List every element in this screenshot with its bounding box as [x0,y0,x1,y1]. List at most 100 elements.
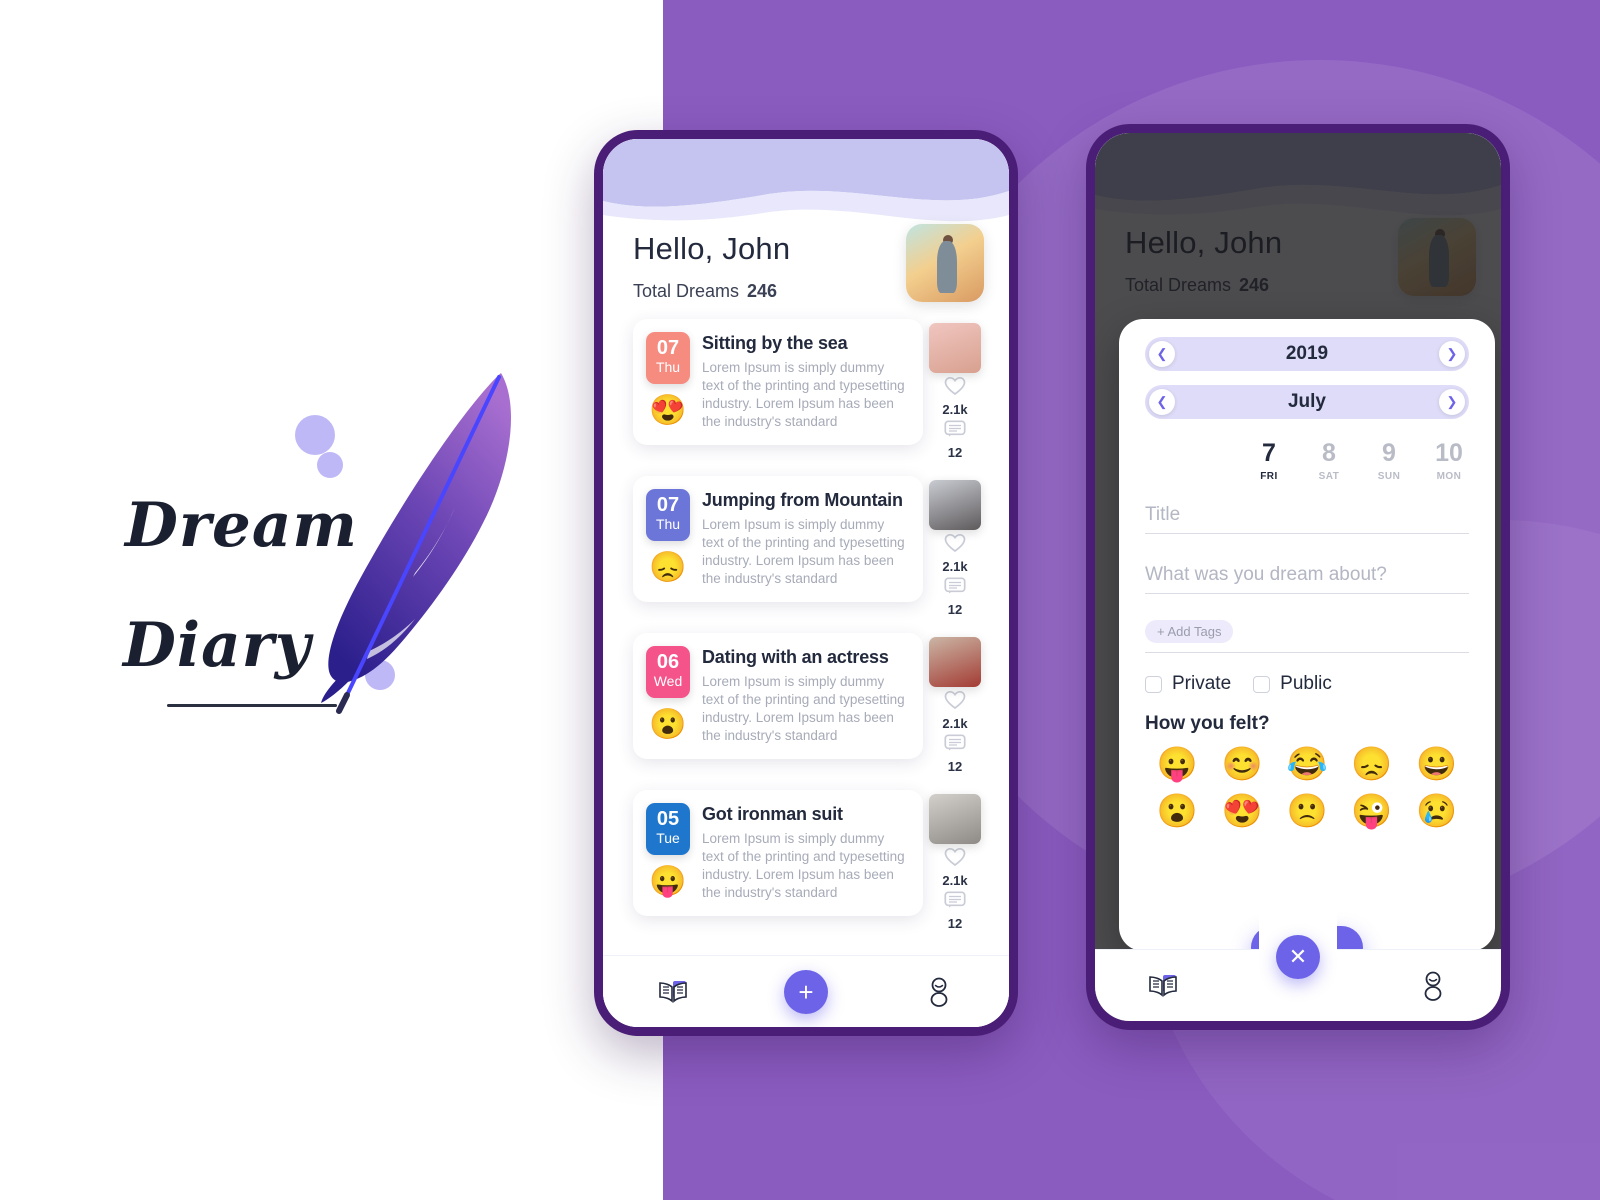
mood-emoji: 😍 [649,393,687,427]
dream-card-body: Dating with an actress Lorem Ipsum is sim… [702,646,909,745]
dream-card-left: 05 Tue 😛 [646,803,690,902]
open-book-icon [659,980,688,1003]
comment-icon[interactable] [944,420,966,439]
heart-icon[interactable] [944,847,966,867]
month-value: July [1287,391,1327,412]
dream-feed-list[interactable]: 07 Thu 😍 Sitting by the sea Lorem Ipsum is s… [603,319,1009,955]
date-weekday: Tue [656,830,680,846]
private-label: Private [1172,673,1232,694]
dream-card-row[interactable]: 07 Thu 😞 Jumping from Mountain Lorem Ipsum i… [633,476,987,617]
dream-card[interactable]: 07 Thu 😍 Sitting by the sea Lorem Ipsum is s… [633,319,923,445]
brand-line-1: Dream [125,490,358,561]
add-tags-button[interactable]: + Add Tags [1145,620,1234,643]
dream-thumbnail[interactable] [929,323,981,373]
day-selector[interactable]: 7 FRI 8 SAT 9 SUN 10 MON [1145,439,1465,483]
home-greeting-block: Hello, John Total Dreams 246 [633,231,790,302]
nav-add-button[interactable]: + [783,969,828,1014]
body-field[interactable]: What was you dream about? [1145,564,1469,594]
private-checkbox[interactable] [1145,675,1162,693]
chevron-right-icon: ❯ [1446,394,1458,409]
comment-count: 12 [947,602,963,617]
comment-icon[interactable] [944,734,966,753]
mood-emoji-option[interactable]: 😢 [1416,794,1457,827]
day-option[interactable]: 7 FRI [1253,441,1285,483]
public-label: Public [1280,673,1332,694]
day-name: FRI [1260,471,1278,482]
avatar-body [937,241,958,293]
mood-emoji-option[interactable]: 😮 [1157,794,1198,827]
header-wave [603,139,1009,235]
public-checkbox[interactable] [1253,675,1271,693]
dream-thumbnail[interactable] [929,480,981,530]
mood-emoji-option[interactable]: 😍 [1222,794,1263,827]
dream-card-body: Sitting by the sea Lorem Ipsum is simply … [702,332,909,431]
dream-excerpt: Lorem Ipsum is simply dummy text of the … [702,831,905,900]
chevron-left-icon: ❮ [1156,346,1168,361]
heart-icon[interactable] [944,690,966,710]
dream-thumbnail[interactable] [929,637,981,687]
day-option[interactable]: 9 SUN [1373,439,1405,483]
brand-underline [167,704,337,707]
day-number: 9 [1382,439,1396,467]
date-badge: 05 Tue [646,803,690,855]
day-option[interactable]: 8 SAT [1313,441,1345,483]
nav-diary-button[interactable] [643,970,703,1014]
brand-line-2: Diary [123,610,312,681]
dream-card-left: 07 Thu 😍 [646,332,690,431]
dream-card-side: 2.1k 12 [923,476,987,617]
month-next-button[interactable]: ❯ [1439,389,1465,415]
bottom-nav: + [603,955,1009,1027]
dream-card-row[interactable]: 06 Wed 😮 Dating with an actress Lorem Ipsum … [633,633,987,774]
dream-card-side: 2.1k 12 [923,633,987,774]
nav-profile-button[interactable] [909,970,969,1014]
close-modal-button[interactable]: ✕ [1276,935,1320,979]
mood-emoji-option[interactable]: 😞 [1351,747,1392,780]
nav-profile-button[interactable] [1403,964,1463,1008]
dream-excerpt: Lorem Ipsum is simply dummy text of the … [702,674,905,743]
title-field[interactable]: Title [1145,504,1469,534]
date-badge: 07 Thu [646,332,690,384]
dream-card-row[interactable]: 05 Tue 😛 Got ironman suit Lorem Ipsum is sim… [633,790,987,931]
mood-emoji: 😞 [649,550,687,584]
heart-icon[interactable] [944,533,966,553]
mood-emoji-option[interactable]: 😊 [1222,747,1263,780]
comment-icon[interactable] [944,891,966,910]
dream-card-left: 07 Thu 😞 [646,489,690,588]
chevron-left-icon: ❮ [1156,394,1168,409]
privacy-options: Private Public [1145,673,1469,695]
dream-thumbnail[interactable] [929,794,981,844]
mood-emoji-option[interactable]: 😂 [1286,747,1327,780]
day-option[interactable]: 10 MON [1433,439,1465,483]
dream-card[interactable]: 05 Tue 😛 Got ironman suit Lorem Ipsum is sim… [633,790,923,916]
open-book-icon [1148,974,1177,997]
tags-field[interactable]: + Add Tags [1145,620,1469,653]
mood-emoji-option[interactable]: 😛 [1157,747,1198,780]
mood-emoji-option[interactable]: 😀 [1416,747,1457,780]
mood-emoji-option[interactable]: 😜 [1351,794,1392,827]
date-weekday: Thu [655,359,681,375]
month-prev-button[interactable]: ❮ [1149,389,1175,415]
year-next-button[interactable]: ❯ [1439,341,1465,367]
comment-icon[interactable] [944,577,966,596]
year-value: 2019 [1285,343,1329,364]
greeting-title: Hello, John [633,231,791,266]
dream-title: Got ironman suit [702,804,843,824]
avatar[interactable] [906,224,984,302]
date-badge: 06 Wed [646,646,690,698]
mood-emoji: 😮 [649,707,687,741]
date-weekday: Wed [653,673,683,689]
mood-emoji-option[interactable]: 🙁 [1286,794,1327,827]
dream-card-row[interactable]: 07 Thu 😍 Sitting by the sea Lorem Ipsum is s… [633,319,987,460]
dream-excerpt: Lorem Ipsum is simply dummy text of the … [702,517,905,586]
day-number: 10 [1435,439,1463,467]
dream-card[interactable]: 07 Thu 😞 Jumping from Mountain Lorem Ipsum i… [633,476,923,602]
like-count: 2.1k [942,559,968,574]
mood-picker[interactable]: 😛 😊 😂 😞 😀 😮 😍 🙁 😜 😢 [1145,747,1469,827]
year-prev-button[interactable]: ❮ [1149,341,1175,367]
month-selector[interactable]: ❮ July ❯ [1145,385,1469,419]
heart-icon[interactable] [944,376,966,396]
plus-icon: + [798,976,814,1007]
year-selector[interactable]: ❮ 2019 ❯ [1145,337,1469,371]
nav-diary-button[interactable] [1133,964,1193,1008]
dream-card[interactable]: 06 Wed 😮 Dating with an actress Lorem Ipsum … [633,633,923,759]
